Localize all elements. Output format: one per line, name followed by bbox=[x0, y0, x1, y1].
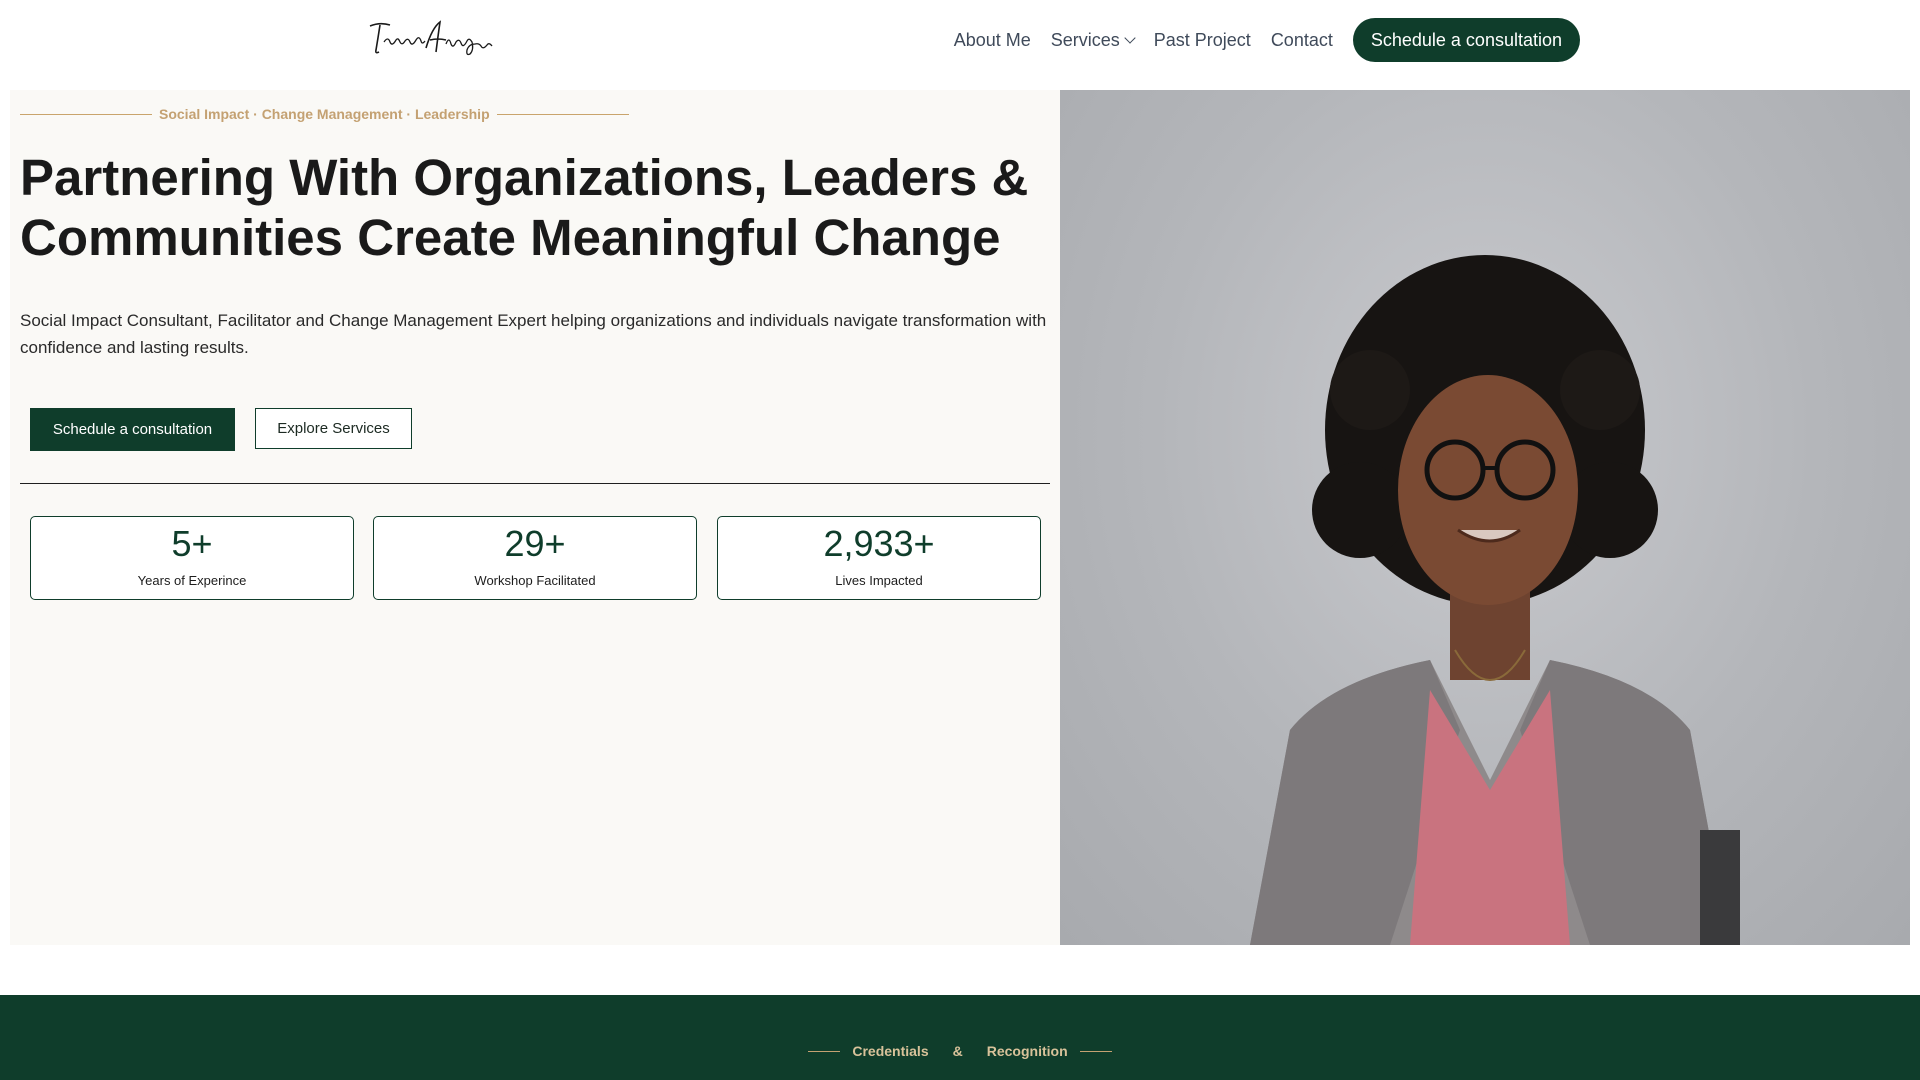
stat-workshops-label: Workshop Facilitated bbox=[474, 573, 596, 588]
nav-past-project-label: Past Project bbox=[1153, 29, 1251, 50]
stat-lives-label: Lives Impacted bbox=[835, 573, 923, 588]
eyebrow-line-left bbox=[20, 113, 152, 115]
credentials-eyebrow: Credentials & Recognition bbox=[0, 1043, 1920, 1059]
site-header: About Me Services Past Project Contact S… bbox=[0, 0, 1920, 80]
nav-about[interactable]: About Me bbox=[954, 30, 1031, 51]
header-schedule-label: Schedule a consultation bbox=[1370, 29, 1562, 50]
eyebrow-line-right bbox=[496, 113, 629, 115]
schedule-consultation-label: Schedule a consultation bbox=[52, 421, 213, 438]
stat-lives: 2,933+ Lives Impacted bbox=[717, 516, 1041, 600]
hero-divider bbox=[20, 483, 1050, 484]
nav-services[interactable]: Services bbox=[1050, 29, 1136, 51]
nav-contact-label: Contact bbox=[1270, 29, 1333, 50]
hero-headline: Partnering With Organizations, Leaders &… bbox=[20, 149, 1029, 266]
hero-eyebrow: Social Impact · Change Management · Lead… bbox=[20, 106, 629, 122]
signature-logo-icon bbox=[369, 20, 493, 56]
chevron-down-icon bbox=[1124, 32, 1136, 44]
explore-services-button[interactable]: Explore Services bbox=[255, 408, 412, 449]
nav-past-project[interactable]: Past Project bbox=[1154, 30, 1251, 51]
hero-portrait-photo bbox=[1060, 90, 1910, 945]
hero-eyebrow-text: Social Impact · Change Management · Lead… bbox=[159, 106, 490, 122]
nav-services-label: Services bbox=[1050, 29, 1120, 50]
stat-years-value: 5+ bbox=[171, 523, 213, 564]
creds-line-right bbox=[1079, 1050, 1112, 1052]
stat-lives-value: 2,933+ bbox=[823, 523, 935, 564]
stat-years-label: Years of Experince bbox=[137, 573, 247, 588]
nav-about-label: About Me bbox=[953, 29, 1031, 50]
signature-logo[interactable] bbox=[366, 18, 502, 58]
credentials-label: Credentials bbox=[852, 1043, 929, 1059]
portrait-illustration bbox=[1250, 255, 1740, 945]
header-schedule-button[interactable]: Schedule a consultation bbox=[1352, 18, 1580, 62]
credentials-section: Credentials & Recognition bbox=[0, 995, 1920, 1080]
hero-lead: Social Impact Consultant, Facilitator an… bbox=[20, 311, 1047, 357]
recognition-label: Recognition bbox=[986, 1043, 1068, 1059]
schedule-consultation-button[interactable]: Schedule a consultation bbox=[30, 408, 235, 451]
stat-workshops-value: 29+ bbox=[504, 523, 566, 564]
explore-services-label: Explore Services bbox=[277, 420, 390, 437]
stat-workshops: 29+ Workshop Facilitated bbox=[373, 516, 697, 600]
nav-contact[interactable]: Contact bbox=[1271, 30, 1333, 51]
main-nav: About Me Services Past Project Contact S… bbox=[954, 18, 1580, 62]
creds-line-left bbox=[808, 1050, 841, 1052]
ampersand-label: & bbox=[952, 1043, 963, 1059]
stat-years: 5+ Years of Experince bbox=[30, 516, 354, 600]
hero-section: Social Impact · Change Management · Lead… bbox=[10, 90, 1060, 945]
